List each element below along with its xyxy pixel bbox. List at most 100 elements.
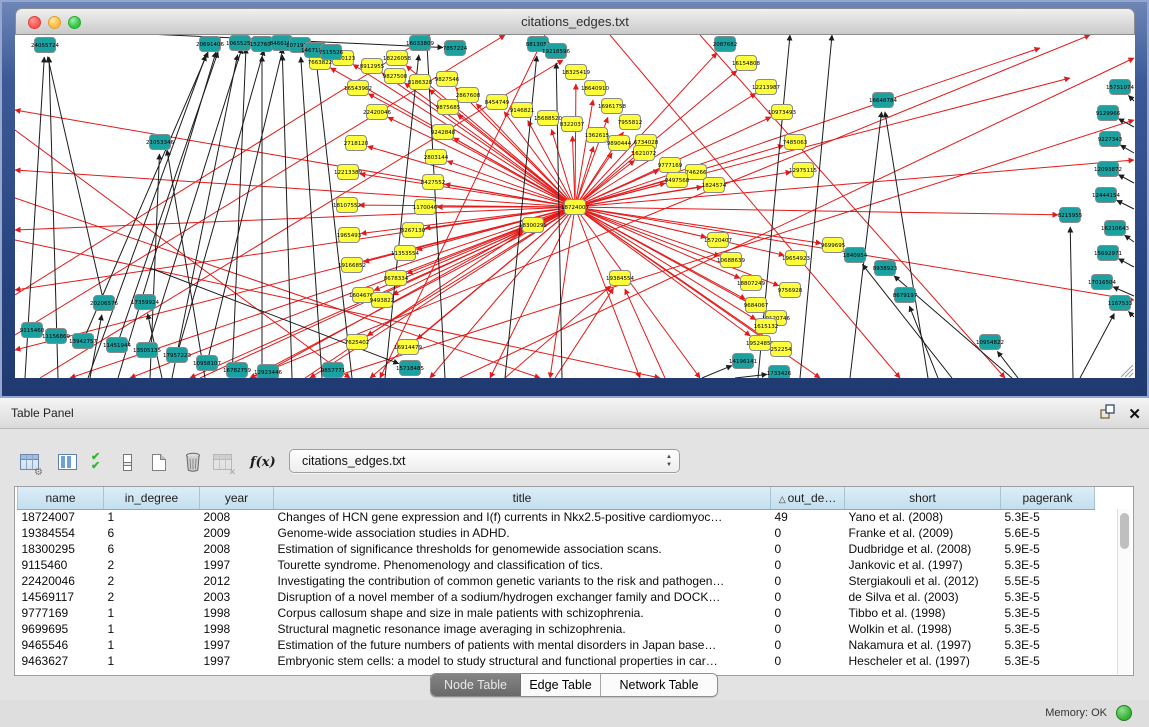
graph-node[interactable]: 19218596 [542,44,570,59]
table-select-dropdown[interactable]: citations_edges.txt ▲▼ [289,449,680,473]
graph-edge[interactable] [250,35,1090,378]
table-cell[interactable]: 2 [104,589,200,605]
graph-node[interactable]: 7857224 [443,41,468,56]
table-cell[interactable]: Tibbo et al. (1998) [845,605,1001,621]
graph-node[interactable]: 11451944 [103,338,131,353]
table-cell[interactable]: Yano et al. (2008) [845,509,1001,525]
window-titlebar[interactable]: citations_edges.txt [15,8,1135,35]
table-cell[interactable]: 5.9E-5 [1001,541,1095,557]
graph-edge[interactable] [885,112,928,378]
table-cell[interactable]: Estimation of significance thresholds fo… [274,541,771,557]
table-cell[interactable]: 2009 [200,525,274,541]
graph-node[interactable]: 8454749 [485,95,510,110]
table-cell[interactable]: 18724007 [18,509,104,525]
row-height-icon[interactable] [123,450,132,474]
graph-node[interactable]: 13505135 [133,343,161,358]
graph-edge[interactable] [575,207,640,378]
column-header-pagerank[interactable]: pagerank [1001,487,1095,509]
graph-node[interactable]: 7515526 [319,45,344,60]
table-cell[interactable]: 2008 [200,541,274,557]
table-cell[interactable]: Nakamura et al. (1997) [845,637,1001,653]
tab-edge-table[interactable]: Edge Table [521,674,601,696]
graph-node[interactable]: 18640910 [581,81,609,96]
graph-edge[interactable] [360,174,575,207]
graph-node[interactable]: 9115460 [20,323,45,338]
graph-edge[interactable] [1125,235,1134,242]
table-cell[interactable]: 5.3E-5 [1001,589,1095,605]
graph-node[interactable]: 1167533 [1108,296,1133,311]
graph-edge[interactable] [1128,311,1134,317]
graph-edge[interactable] [575,207,784,255]
graph-edge[interactable] [1128,95,1134,101]
table-cell[interactable]: 1 [104,637,200,653]
network-canvas[interactable]: 1872400789601237663822891295518226058982… [15,35,1135,378]
graph-node[interactable]: 14196141 [729,354,757,369]
new-document-icon[interactable] [152,450,166,474]
graph-edge[interactable] [575,84,576,207]
graph-node[interactable]: 2718120 [344,136,369,151]
graph-node[interactable]: 16782759 [223,363,251,378]
table-cell[interactable]: 49 [771,509,845,525]
table-cell[interactable]: 0 [771,637,845,653]
column-header-name[interactable]: name [18,487,104,509]
graph-edge[interactable] [1080,314,1114,378]
table-row[interactable]: 2242004622012Investigating the contribut… [18,573,1095,589]
graph-node[interactable]: 17957223 [163,348,191,363]
graph-edge[interactable] [572,136,575,207]
table-cell[interactable]: Wolkin et al. (1998) [845,621,1001,637]
graph-node[interactable]: 1840954 [843,248,868,263]
table-row[interactable]: 946362711997Embryonic stem cells: a mode… [18,653,1095,669]
graph-node[interactable]: 16648784 [869,93,897,108]
column-header-out_de[interactable]: △out_de… [771,487,845,509]
column-header-in_degree[interactable]: in_degree [104,487,200,509]
graph-node[interactable]: 10954822 [976,335,1004,350]
graph-edge[interactable] [575,48,1040,207]
graph-edge[interactable] [316,62,352,378]
table-cell[interactable]: 5.3E-5 [1001,509,1095,525]
table-cell[interactable]: 5.3E-5 [1001,605,1095,621]
graph-node[interactable]: 9129966 [1096,106,1121,121]
table-cell[interactable]: 1998 [200,605,274,621]
table-cell[interactable]: 6 [104,541,200,557]
table-cell[interactable]: 14569117 [18,589,104,605]
graph-node[interactable]: 7625402 [345,335,370,350]
graph-node[interactable]: 21053346 [146,135,174,150]
graph-edge[interactable] [48,57,104,303]
table-cell[interactable]: 0 [771,589,845,605]
table-cell[interactable]: 18300295 [18,541,104,557]
graph-node[interactable]: 10688639 [717,253,745,268]
graph-edge[interactable] [862,264,952,378]
table-settings-icon[interactable]: ⚙ [20,450,39,474]
graph-node[interactable]: 9857771 [321,363,346,378]
table-cell[interactable]: 5.5E-5 [1001,573,1095,589]
table-cell[interactable]: Hescheler et al. (1997) [845,653,1001,669]
table-cell[interactable]: 5.6E-5 [1001,525,1095,541]
close-panel-icon[interactable]: ✕ [1128,406,1141,424]
graph-node[interactable]: 1170046 [413,200,438,215]
table-cell[interactable]: 2 [104,573,200,589]
graph-node[interactable]: 9493822 [370,293,395,308]
table-cell[interactable]: 0 [771,621,845,637]
graph-node[interactable]: 19654923 [782,251,810,266]
graph-node[interactable]: 18300295 [519,218,547,233]
table-cell[interactable]: 1 [104,653,200,669]
graph-node[interactable]: 8215955 [1058,208,1083,223]
graph-node[interactable]: 7485063 [783,135,808,150]
table-cell[interactable]: Estimation of the future numbers of pati… [274,637,771,653]
table-cell[interactable]: 2012 [200,573,274,589]
graph-edge[interactable] [1117,200,1134,209]
table-cell[interactable]: 2008 [200,509,274,525]
column-header-title[interactable]: title [274,487,771,509]
table-cell[interactable]: 9465546 [18,637,104,653]
graph-node[interactable]: 16961758 [598,99,626,114]
graph-node[interactable]: 16914479 [394,340,422,355]
tab-node-table[interactable]: Node Table [431,674,521,696]
table-cell[interactable]: 1 [104,605,200,621]
table-cell[interactable]: 5.3E-5 [1001,653,1095,669]
graph-node[interactable]: 9242848 [431,125,456,140]
graph-node[interactable]: 9699695 [821,238,846,253]
table-cell[interactable]: Tourette syndrome. Phenomenology and cla… [274,557,771,573]
tab-network-table[interactable]: Network Table [601,674,717,696]
graph-edge[interactable] [172,55,238,378]
graph-edge[interactable] [207,48,283,363]
